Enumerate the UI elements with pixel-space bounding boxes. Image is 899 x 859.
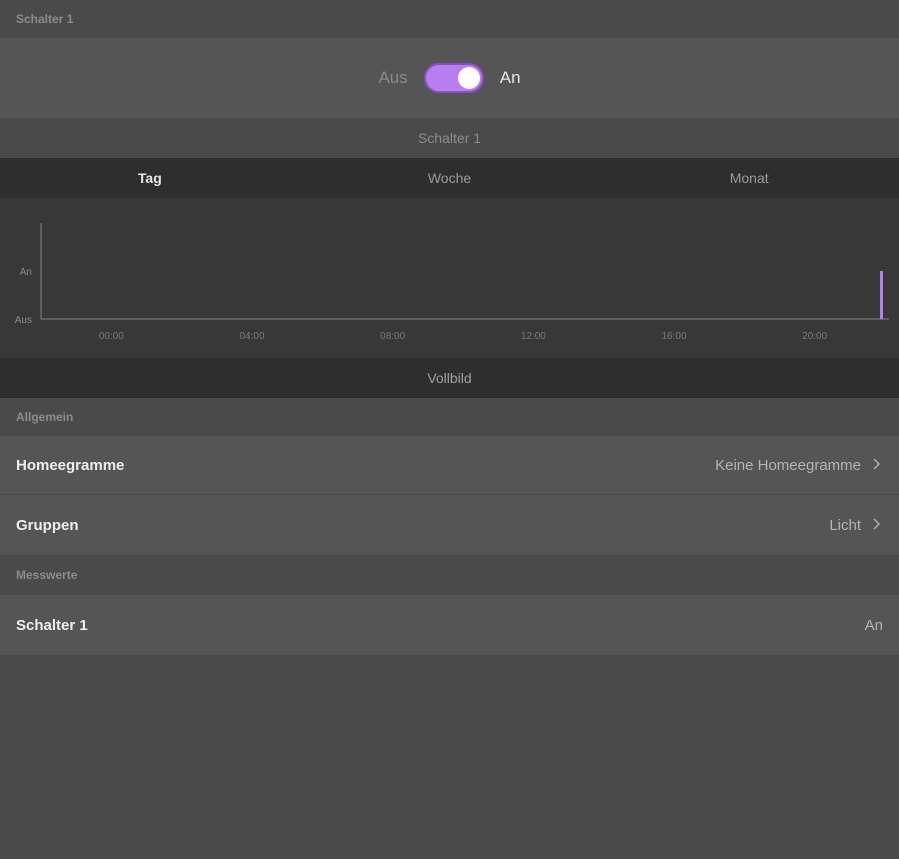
y-tick-label: Aus — [15, 315, 32, 326]
gruppen-row[interactable]: Gruppen Licht — [0, 495, 899, 555]
x-tick-label: 20:00 — [802, 331, 827, 342]
period-tabs: Tag Woche Monat — [0, 158, 899, 198]
chevron-right-icon — [873, 457, 883, 473]
tab-monat[interactable]: Monat — [599, 158, 899, 198]
x-tick-label: 04:00 — [239, 331, 264, 342]
x-tick-label: 08:00 — [380, 331, 405, 342]
gruppen-value: Licht — [829, 516, 861, 534]
x-tick-label: 16:00 — [661, 331, 686, 342]
measurement-row: Schalter 1 An — [0, 595, 899, 655]
tab-tag[interactable]: Tag — [0, 158, 300, 198]
history-chart-svg: Aus An 00:00 04:00 08:00 12:00 16:00 20:00 — [15, 223, 889, 342]
accessory-section-header: Schalter 1 — [0, 0, 899, 38]
homeegramme-row[interactable]: Homeegramme Keine Homeegramme — [0, 436, 899, 495]
toggle-knob — [457, 67, 480, 89]
homeegramme-label: Homeegramme — [16, 456, 125, 474]
measurements-section-header: Messwerte — [0, 555, 899, 595]
chevron-right-icon — [873, 517, 883, 533]
fullscreen-button[interactable]: Vollbild — [0, 358, 899, 398]
tab-woche[interactable]: Woche — [300, 158, 600, 198]
x-tick-label: 00:00 — [99, 331, 124, 342]
chart-title: Schalter 1 — [0, 118, 899, 158]
toggle-off-label: Aus — [378, 68, 408, 87]
toggle-on-label: An — [499, 68, 521, 87]
general-section-header: Allgemein — [0, 398, 899, 436]
gruppen-label: Gruppen — [16, 516, 79, 534]
measurement-value: An — [864, 616, 883, 634]
measurement-label: Schalter 1 — [16, 616, 88, 634]
y-tick-label: An — [20, 267, 32, 278]
x-tick-label: 12:00 — [521, 331, 546, 342]
homeegramme-value: Keine Homeegramme — [715, 456, 861, 474]
history-chart: Aus An 00:00 04:00 08:00 12:00 16:00 20:00 — [0, 198, 899, 358]
toggle-row: Aus An — [0, 38, 899, 118]
power-toggle-switch[interactable] — [423, 63, 484, 93]
